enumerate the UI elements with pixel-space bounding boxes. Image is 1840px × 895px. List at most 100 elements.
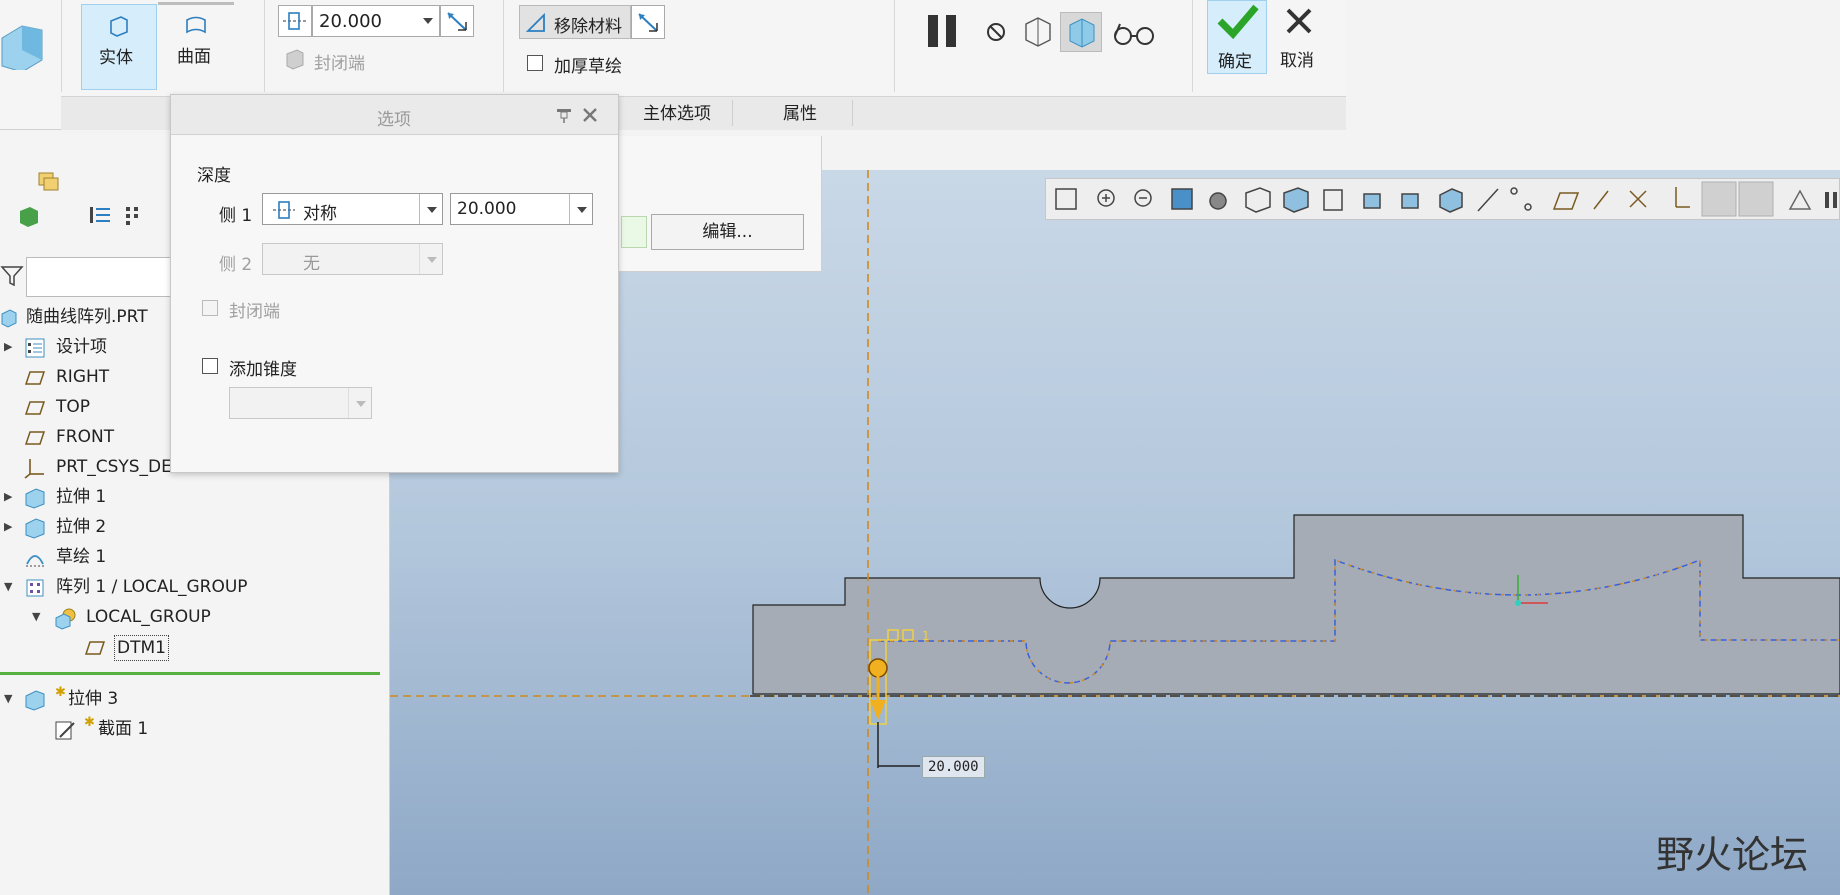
tree-settings-icon[interactable]: [88, 203, 114, 229]
side2-depth-type-select[interactable]: 无: [262, 243, 443, 275]
new-feature-star-icon: ✱: [84, 715, 95, 730]
dialog-title-bar[interactable]: 选项: [171, 95, 618, 135]
datum-plane-icon: [24, 431, 46, 445]
tree-item-label: 拉伸 1: [56, 487, 107, 507]
group-icon: [55, 608, 76, 630]
collapse-icon[interactable]: ▼: [4, 573, 12, 601]
chevron-down-icon: [423, 18, 433, 24]
depth-label: 深度: [197, 166, 231, 186]
pause-icon: [928, 15, 956, 47]
taper-angle-select[interactable]: [229, 387, 372, 419]
wire-geometry-icon: [1025, 17, 1051, 47]
part-body: [752, 514, 1840, 695]
geometry-preview-button[interactable]: [1020, 14, 1056, 50]
datum-plane-icon: [24, 371, 46, 385]
check-icon: [1217, 4, 1259, 39]
side1-label: 侧 1: [219, 206, 253, 226]
cancel-button[interactable]: 取消: [1270, 0, 1330, 74]
tab-properties[interactable]: 属性: [745, 99, 855, 130]
tree-search-input[interactable]: [26, 257, 176, 297]
surface-label: 曲面: [177, 47, 211, 67]
collapse-icon[interactable]: ▼: [4, 685, 12, 713]
separator: [894, 0, 895, 92]
side2-type-value: 无: [303, 254, 320, 274]
tree-item-label: 拉伸 2: [56, 517, 107, 537]
layers-icon[interactable]: [36, 169, 62, 195]
separator: [503, 0, 504, 92]
cancel-label: 取消: [1280, 51, 1314, 71]
depth-type-button[interactable]: [278, 5, 312, 37]
solid-icon: [108, 15, 130, 37]
show-icon[interactable]: [16, 203, 42, 229]
capped-ends-icon: [284, 48, 306, 70]
close-dialog-button[interactable]: [581, 106, 599, 124]
tree-item-label: 随曲线阵列.PRT: [26, 307, 148, 327]
tree-item-label: PRT_CSYS_DE.: [56, 457, 178, 477]
expand-icon[interactable]: ▶: [4, 333, 12, 361]
expand-icon[interactable]: ▶: [4, 513, 12, 541]
flip-material-button[interactable]: [631, 5, 665, 39]
verify-mode-button[interactable]: [1112, 18, 1156, 48]
tree-item-label: LOCAL_GROUP: [86, 607, 211, 627]
ok-button[interactable]: 确定: [1207, 0, 1267, 74]
tab-body-options[interactable]: 主体选项: [622, 99, 732, 130]
dialog-title: 选项: [377, 110, 411, 130]
tree-item-label: 设计项: [56, 337, 107, 357]
close-icon: [583, 108, 597, 122]
solid-type-button[interactable]: 实体: [81, 4, 157, 90]
separator: [1192, 0, 1193, 92]
datum-plane-icon: [84, 641, 106, 655]
svg-text:1: 1: [922, 629, 930, 643]
thicken-sketch-checkbox[interactable]: [527, 55, 543, 71]
capped-ends-label[interactable]: 封闭端: [314, 49, 365, 74]
ok-label: 确定: [1218, 52, 1252, 72]
chevron-down-icon: [569, 194, 593, 224]
sketch-icon: [26, 555, 44, 567]
extrude-icon: [25, 488, 45, 509]
pause-button[interactable]: [924, 12, 964, 52]
remove-material-icon: [525, 12, 545, 32]
tree-item-label: RIGHT: [56, 367, 110, 387]
add-taper-checkbox[interactable]: [202, 358, 218, 374]
design-items-icon: [25, 338, 45, 358]
expand-icon[interactable]: ▶: [4, 483, 12, 511]
coordinate-system-icon: [24, 459, 44, 479]
pin-button[interactable]: [555, 106, 573, 124]
tree-columns-icon[interactable]: [122, 203, 144, 229]
solid-label: 实体: [99, 48, 133, 68]
separator: [852, 100, 853, 126]
tree-item-label: 截面 1: [98, 719, 149, 739]
capped-ends-option-label: 封闭端: [229, 302, 280, 322]
tab-indicator: [158, 2, 234, 5]
surface-icon: [184, 14, 208, 36]
side1-depth-input[interactable]: 20.000: [450, 193, 593, 225]
thicken-sketch-label: 加厚草绘: [554, 57, 622, 77]
depth-dropdown-button[interactable]: [418, 5, 440, 37]
chevron-down-icon: [419, 194, 443, 224]
section-sketch-icon: [55, 721, 75, 740]
watermark: 野火论坛: [1656, 824, 1808, 879]
new-feature-star-icon: ✱: [55, 685, 66, 700]
surface-type-button[interactable]: 曲面: [158, 4, 234, 90]
collapse-icon[interactable]: ▼: [32, 603, 40, 631]
depth-value: 20.000: [319, 11, 382, 32]
close-icon: [1286, 8, 1312, 34]
feature-preview-icon: [1069, 18, 1095, 48]
tree-item-label: 阵列 1 / LOCAL_GROUP: [56, 577, 248, 597]
capped-ends-checkbox[interactable]: [202, 300, 218, 316]
glasses-icon: [1114, 23, 1154, 45]
extrude-icon: [25, 518, 45, 539]
separator: [61, 0, 62, 92]
depth-dimension-label[interactable]: 20.000: [922, 756, 985, 778]
options-dialog: 选项 深度 侧 1 对称 20.000 侧 2 无 封闭端 添加锥度: [170, 94, 619, 473]
insert-marker[interactable]: [0, 672, 380, 675]
side1-depth-type-select[interactable]: 对称: [262, 193, 443, 225]
flip-depth-button[interactable]: [440, 5, 474, 37]
filter-icon[interactable]: [0, 263, 24, 289]
separator: [732, 100, 733, 126]
no-preview-icon: [987, 23, 1005, 41]
feature-preview-button[interactable]: [1060, 12, 1102, 52]
remove-material-button[interactable]: 移除材料: [519, 5, 631, 39]
separator: [264, 0, 265, 92]
no-preview-button[interactable]: [982, 18, 1010, 46]
